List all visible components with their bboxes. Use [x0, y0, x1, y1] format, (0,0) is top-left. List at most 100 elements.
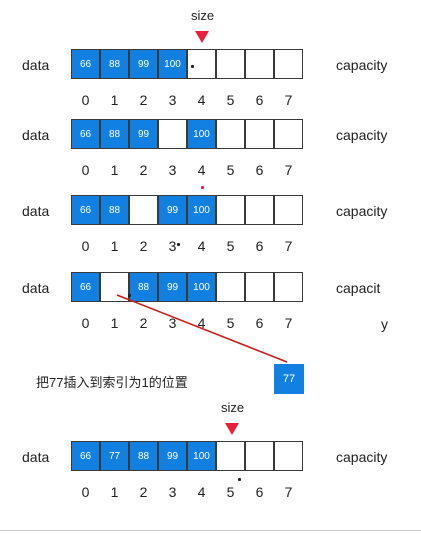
array-cells: 66 77 88 99 100: [71, 441, 307, 471]
index-label: 5: [226, 484, 235, 500]
array-cell: 66: [71, 119, 100, 149]
data-label: data: [22, 203, 50, 219]
array-cell: 100: [158, 49, 187, 79]
capacity-label-cut: capacit: [336, 280, 381, 296]
array-cell: 88: [100, 119, 129, 149]
data-label: data: [22, 280, 50, 296]
index-row: 0 1 2 3 4 5 6 7: [71, 92, 307, 110]
array-cell: 100: [187, 119, 216, 149]
size-label-bottom: size: [221, 400, 245, 415]
array-cell: [216, 195, 245, 225]
index-label: 4: [197, 238, 206, 254]
array-cell: 100: [187, 195, 216, 225]
array-cell: 100: [187, 272, 216, 302]
index-row: 0 1 2 3 4 5 6 7: [71, 162, 307, 180]
array-cell: [129, 195, 158, 225]
array-cell: [245, 119, 274, 149]
index-label: 2: [139, 315, 148, 331]
array-cell: 66: [71, 195, 100, 225]
cursor-speck: [177, 243, 180, 246]
array-cell: 88: [100, 195, 129, 225]
array-cell: [274, 272, 303, 302]
array-cells: 66 88 99 100: [71, 195, 307, 225]
array-cell: 100: [187, 441, 216, 471]
array-cell: [158, 119, 187, 149]
index-label: 5: [226, 315, 235, 331]
index-label: 5: [226, 238, 235, 254]
index-label: 2: [139, 238, 148, 254]
index-label: 0: [81, 92, 90, 108]
index-row: 0 1 2 3 4 5 6 7: [71, 315, 307, 333]
capacity-label: capacity: [336, 127, 388, 143]
array-cells: 66 88 99 100: [71, 49, 307, 79]
array-cell: 99: [129, 49, 158, 79]
array-cell: [187, 49, 216, 79]
index-label: 1: [110, 315, 119, 331]
data-label: data: [22, 127, 50, 143]
capacity-label: capacity: [336, 449, 388, 465]
array-cells: 66 88 99 100: [71, 272, 307, 302]
index-label: 0: [81, 238, 90, 254]
array-cell: [274, 441, 303, 471]
array-cell: [245, 49, 274, 79]
index-label: 1: [110, 238, 119, 254]
new-element-tile: 77: [274, 364, 304, 394]
index-label: 6: [255, 484, 264, 500]
array-cell: 99: [129, 119, 158, 149]
size-marker-top: [195, 31, 209, 43]
index-label: 3: [168, 238, 177, 254]
capacity-label: capacity: [336, 203, 388, 219]
array-cell: [274, 119, 303, 149]
index-label: 7: [284, 92, 293, 108]
array-cell: 77: [100, 441, 129, 471]
index-label: 3: [168, 162, 177, 178]
cursor-speck: [201, 186, 204, 189]
array-cell: 66: [71, 272, 100, 302]
index-label: 6: [255, 238, 264, 254]
index-label: 6: [255, 92, 264, 108]
index-label: 4: [197, 162, 206, 178]
cursor-speck: [191, 65, 194, 68]
index-label: 6: [255, 315, 264, 331]
array-cell: 66: [71, 49, 100, 79]
array-cell: 99: [158, 272, 187, 302]
index-label: 5: [226, 92, 235, 108]
index-label: 7: [284, 315, 293, 331]
index-label: 2: [139, 162, 148, 178]
data-label: data: [22, 57, 50, 73]
index-label: 0: [81, 484, 90, 500]
array-cell: 88: [100, 49, 129, 79]
index-label: 5: [226, 162, 235, 178]
array-cell: [245, 272, 274, 302]
cursor-speck: [238, 478, 241, 481]
array-cell: 88: [129, 441, 158, 471]
index-label: 3: [168, 315, 177, 331]
array-cell: 99: [158, 195, 187, 225]
index-label: 7: [284, 162, 293, 178]
cursor-speck: [128, 294, 131, 297]
array-cell: [216, 49, 245, 79]
index-label: 1: [110, 484, 119, 500]
capacity-label: capacity: [336, 57, 388, 73]
index-label: 4: [197, 315, 206, 331]
array-cell: [274, 49, 303, 79]
index-label: 1: [110, 162, 119, 178]
index-label: 4: [197, 92, 206, 108]
index-row: 0 1 2 3 4 5 6 7: [71, 238, 307, 256]
size-marker-bottom: [225, 423, 239, 435]
array-cell: [274, 195, 303, 225]
array-cell: 66: [71, 441, 100, 471]
index-label: 4: [197, 484, 206, 500]
data-label: data: [22, 449, 50, 465]
index-label: 0: [81, 162, 90, 178]
bottom-divider: [0, 530, 421, 531]
array-cell: [245, 441, 274, 471]
size-label-top: size: [191, 8, 215, 23]
index-label: 3: [168, 484, 177, 500]
array-cell: [216, 272, 245, 302]
array-cell: [245, 195, 274, 225]
index-label: 6: [255, 162, 264, 178]
array-cell: [100, 272, 129, 302]
index-label: 7: [284, 484, 293, 500]
index-label: 3: [168, 92, 177, 108]
